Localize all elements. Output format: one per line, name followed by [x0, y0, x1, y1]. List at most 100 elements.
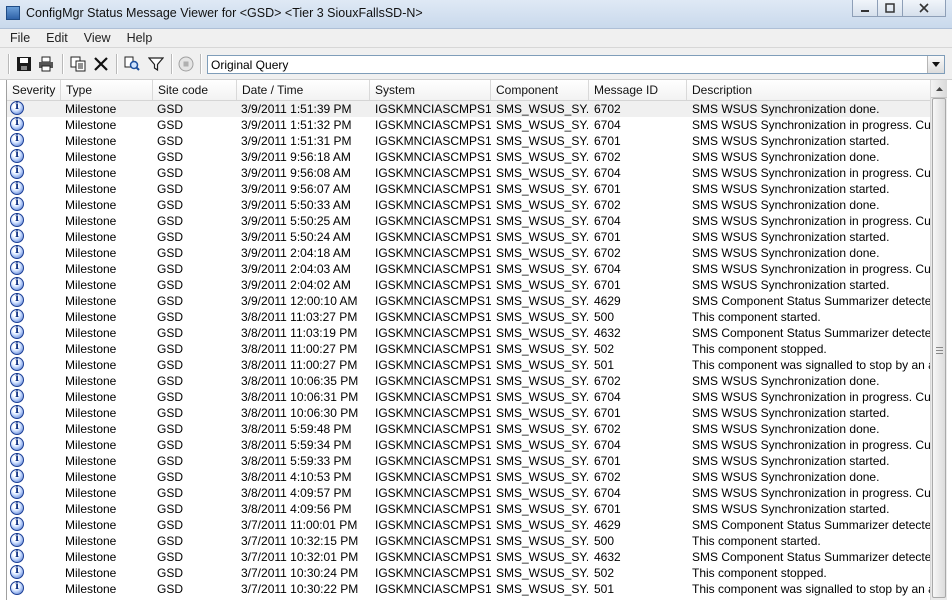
- table-row[interactable]: Milestone GSD 3/7/2011 11:00:01 PM IGSKMNCI…: [7, 517, 931, 533]
- cell-date-time: 3/8/2011 11:00:27 PM: [241, 342, 358, 356]
- close-button[interactable]: [902, 0, 946, 17]
- cell-system: IGSKMNCIASCMPS1: [375, 566, 491, 580]
- cell-type: Milestone: [65, 246, 117, 260]
- query-select[interactable]: Original Query: [207, 55, 945, 74]
- column-header-component[interactable]: Component: [491, 80, 589, 100]
- information-icon: [10, 405, 24, 419]
- cell-component: SMS_WSUS_SY...: [496, 390, 588, 404]
- table-row[interactable]: Milestone GSD 3/9/2011 5:50:24 AM IGSKMNCIA…: [7, 229, 931, 245]
- cell-message-id: 6701: [594, 406, 621, 420]
- column-header-site-code[interactable]: Site code: [153, 80, 237, 100]
- save-button[interactable]: [15, 55, 33, 73]
- query-dropdown-button[interactable]: [927, 56, 944, 73]
- table-row[interactable]: Milestone GSD 3/8/2011 10:06:35 PM IGSKMNCI…: [7, 373, 931, 389]
- cell-component: SMS_WSUS_SY...: [496, 342, 588, 356]
- toolbar-grip: [8, 54, 10, 74]
- column-header-message-id[interactable]: Message ID: [589, 80, 687, 100]
- cell-description: SMS WSUS Synchronization done.: [692, 422, 880, 436]
- cell-description: SMS Component Status Summarizer detected: [692, 326, 931, 340]
- table-row[interactable]: Milestone GSD 3/9/2011 9:56:07 AM IGSKMNCIA…: [7, 181, 931, 197]
- menu-view[interactable]: View: [78, 31, 117, 45]
- table-row[interactable]: Milestone GSD 3/8/2011 11:03:27 PM IGSKMNCI…: [7, 309, 931, 325]
- information-icon: [10, 229, 24, 243]
- cell-component: SMS_WSUS_SY...: [496, 422, 588, 436]
- column-header-type[interactable]: Type: [61, 80, 153, 100]
- table-row[interactable]: Milestone GSD 3/8/2011 5:59:33 PM IGSKMNCIA…: [7, 453, 931, 469]
- table-row[interactable]: Milestone GSD 3/8/2011 11:03:19 PM IGSKMNCI…: [7, 325, 931, 341]
- table-row[interactable]: Milestone GSD 3/8/2011 10:06:30 PM IGSKMNCI…: [7, 405, 931, 421]
- cell-message-id: 501: [594, 358, 615, 372]
- cell-date-time: 3/9/2011 2:04:02 AM: [241, 278, 351, 292]
- table-row[interactable]: Milestone GSD 3/8/2011 4:09:57 PM IGSKMNCIA…: [7, 485, 931, 501]
- cell-date-time: 3/7/2011 10:30:22 PM: [241, 582, 359, 596]
- vertical-scrollbar[interactable]: [930, 80, 947, 600]
- column-header-system[interactable]: System: [370, 80, 491, 100]
- cell-date-time: 3/8/2011 5:59:48 PM: [241, 422, 352, 436]
- chevron-up-icon: [935, 86, 943, 91]
- table-row[interactable]: Milestone GSD 3/8/2011 5:59:48 PM IGSKMNCIA…: [7, 421, 931, 437]
- table-row[interactable]: Milestone GSD 3/8/2011 11:00:27 PM IGSKMNCI…: [7, 357, 931, 373]
- menu-edit[interactable]: Edit: [40, 31, 74, 45]
- stop-button[interactable]: [177, 55, 195, 73]
- cell-system: IGSKMNCIASCMPS1: [375, 182, 491, 196]
- table-row[interactable]: Milestone GSD 3/9/2011 1:51:32 PM IGSKMNCIA…: [7, 117, 931, 133]
- table-row[interactable]: Milestone GSD 3/8/2011 10:06:31 PM IGSKMNCI…: [7, 389, 931, 405]
- table-row[interactable]: Milestone GSD 3/9/2011 12:00:10 AM IGSKMNCI…: [7, 293, 931, 309]
- cell-date-time: 3/9/2011 12:00:10 AM: [241, 294, 358, 308]
- menu-file[interactable]: File: [4, 31, 36, 45]
- cell-description: SMS WSUS Synchronization started.: [692, 278, 890, 292]
- table-row[interactable]: Milestone GSD 3/9/2011 9:56:18 AM IGSKMNCIA…: [7, 149, 931, 165]
- table-row[interactable]: Milestone GSD 3/9/2011 2:04:18 AM IGSKMNCIA…: [7, 245, 931, 261]
- cell-date-time: 3/8/2011 4:09:56 PM: [241, 502, 352, 516]
- table-row[interactable]: Milestone GSD 3/9/2011 5:50:25 AM IGSKMNCIA…: [7, 213, 931, 229]
- table-row[interactable]: Milestone GSD 3/9/2011 9:56:08 AM IGSKMNCIA…: [7, 165, 931, 181]
- scroll-up-button[interactable]: [931, 80, 947, 98]
- table-row[interactable]: Milestone GSD 3/9/2011 2:04:02 AM IGSKMNCIA…: [7, 277, 931, 293]
- copy-icon: [70, 56, 86, 72]
- scrollbar-thumb[interactable]: [932, 98, 946, 598]
- table-row[interactable]: Milestone GSD 3/7/2011 10:30:22 PM IGSKMNCI…: [7, 581, 931, 597]
- table-row[interactable]: Milestone GSD 3/8/2011 5:59:34 PM IGSKMNCIA…: [7, 437, 931, 453]
- table-row[interactable]: Milestone GSD 3/8/2011 4:09:56 PM IGSKMNCIA…: [7, 501, 931, 517]
- print-button[interactable]: [37, 55, 55, 73]
- table-row[interactable]: Milestone GSD 3/8/2011 4:10:53 PM IGSKMNCIA…: [7, 469, 931, 485]
- cell-type: Milestone: [65, 342, 117, 356]
- filter-button[interactable]: [147, 55, 165, 73]
- cell-system: IGSKMNCIASCMPS1: [375, 550, 491, 564]
- menu-help[interactable]: Help: [121, 31, 159, 45]
- title-bar[interactable]: ConfigMgr Status Message Viewer for <GSD…: [0, 0, 952, 29]
- table-row[interactable]: Milestone GSD 3/7/2011 10:30:24 PM IGSKMNCI…: [7, 565, 931, 581]
- information-icon: [10, 549, 24, 563]
- table-row[interactable]: Milestone GSD 3/9/2011 2:04:03 AM IGSKMNCIA…: [7, 261, 931, 277]
- cell-system: IGSKMNCIASCMPS1: [375, 518, 491, 532]
- cell-component: SMS_WSUS_SY...: [496, 246, 588, 260]
- minimize-button[interactable]: [852, 0, 878, 17]
- cell-message-id: 6702: [594, 374, 621, 388]
- table-row[interactable]: Milestone GSD 3/7/2011 10:32:15 PM IGSKMNCI…: [7, 533, 931, 549]
- cell-system: IGSKMNCIASCMPS1: [375, 454, 491, 468]
- table-row[interactable]: Milestone GSD 3/7/2011 10:32:01 PM IGSKMNCI…: [7, 549, 931, 565]
- table-row[interactable]: Milestone GSD 3/9/2011 1:51:31 PM IGSKMNCIA…: [7, 133, 931, 149]
- table-row[interactable]: Milestone GSD 3/9/2011 5:50:33 AM IGSKMNCIA…: [7, 197, 931, 213]
- cell-component: SMS_WSUS_SY...: [496, 166, 588, 180]
- column-header-severity[interactable]: Severity: [7, 80, 61, 100]
- cell-description: SMS WSUS Synchronization done.: [692, 374, 880, 388]
- cell-site-code: GSD: [157, 342, 184, 356]
- cell-description: This component was signalled to stop by …: [692, 582, 931, 596]
- find-button[interactable]: [123, 55, 141, 73]
- cell-site-code: GSD: [157, 406, 184, 420]
- cell-site-code: GSD: [157, 262, 184, 276]
- delete-button[interactable]: [92, 55, 110, 73]
- column-header-date-time[interactable]: Date / Time: [237, 80, 370, 100]
- maximize-button[interactable]: [877, 0, 903, 17]
- table-row[interactable]: Milestone GSD 3/9/2011 1:51:39 PM IGSKMNCIA…: [7, 101, 931, 117]
- cell-system: IGSKMNCIASCMPS1: [375, 358, 491, 372]
- print-icon: [39, 56, 53, 72]
- query-value: Original Query: [211, 58, 289, 72]
- cell-component: SMS_WSUS_SY...: [496, 486, 588, 500]
- copy-button[interactable]: [69, 55, 87, 73]
- status-message-list[interactable]: Severity Type Site code Date / Time Syst…: [6, 80, 947, 600]
- column-header-description[interactable]: Description: [687, 80, 931, 100]
- table-row[interactable]: Milestone GSD 3/8/2011 11:00:27 PM IGSKMNCI…: [7, 341, 931, 357]
- cell-site-code: GSD: [157, 118, 184, 132]
